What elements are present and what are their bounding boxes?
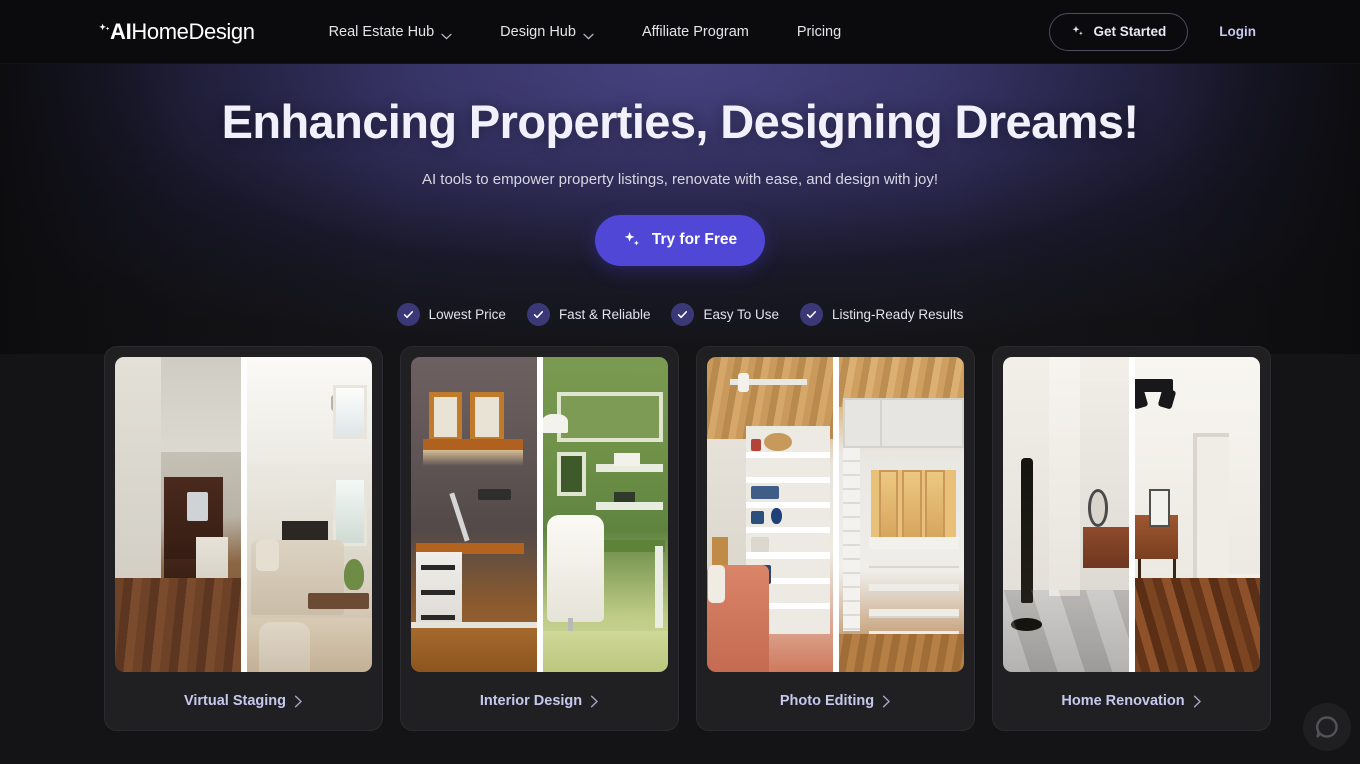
chevron-down-icon	[583, 28, 594, 40]
after-image	[1131, 357, 1260, 672]
get-started-button[interactable]: Get Started	[1049, 12, 1189, 51]
before-image	[115, 357, 244, 672]
check-icon	[526, 303, 550, 326]
before-image	[411, 357, 540, 672]
before-image	[707, 357, 836, 672]
hero-cta-container: Try for Free	[0, 214, 1360, 266]
sparkle-icon	[623, 231, 641, 249]
chevron-right-icon	[882, 695, 891, 708]
card-virtual-staging[interactable]: Virtual Staging	[104, 346, 383, 731]
before-after-image	[707, 357, 964, 672]
nav-item-affiliate-program[interactable]: Affiliate Program	[618, 0, 773, 64]
navbar: AI HomeDesign Real Estate Hub Design Hub…	[0, 0, 1360, 64]
feature-label: Listing-Ready Results	[832, 307, 964, 322]
nav-item-label: Design Hub	[500, 23, 576, 40]
hero-subtitle: AI tools to empower property listings, r…	[421, 170, 939, 188]
before-after-image	[1003, 357, 1260, 672]
after-image	[539, 357, 668, 672]
hero-content: Enhancing Properties, Designing Dreams! …	[0, 64, 1360, 266]
card-interior-design[interactable]: Interior Design	[400, 346, 679, 731]
card-photo-editing[interactable]: Photo Editing	[696, 346, 975, 731]
before-after-divider	[832, 357, 839, 672]
login-link[interactable]: Login	[1215, 18, 1260, 45]
feature-lowest-price: Lowest Price	[396, 303, 506, 326]
try-for-free-button[interactable]: Try for Free	[594, 214, 766, 266]
before-after-image	[411, 357, 668, 672]
page-title: Enhancing Properties, Designing Dreams!	[221, 95, 1139, 148]
feature-label: Lowest Price	[428, 307, 506, 322]
feature-easy-to-use: Easy To Use	[671, 303, 779, 326]
card-title: Virtual Staging	[183, 693, 287, 709]
before-after-divider	[536, 357, 543, 672]
card-label: Home Renovation	[1003, 672, 1260, 730]
logo[interactable]: AI HomeDesign	[98, 0, 255, 64]
before-after-divider	[1128, 357, 1135, 672]
feature-fast-reliable: Fast & Reliable	[526, 303, 651, 326]
chevron-right-icon	[590, 695, 599, 708]
nav-item-label: Pricing	[796, 23, 842, 40]
feature-label: Easy To Use	[703, 307, 780, 322]
sparkle-icon	[98, 23, 111, 41]
chevron-down-icon	[441, 28, 452, 40]
after-image	[835, 357, 964, 672]
card-label: Interior Design	[411, 672, 668, 730]
before-after-divider	[240, 357, 247, 672]
feature-cards: Virtual Staging Interior Design Photo Ed…	[104, 346, 1271, 731]
card-title: Home Renovation	[1061, 693, 1185, 709]
feature-label: Fast & Reliable	[558, 307, 651, 322]
feature-listing-ready-results: Listing-Ready Results	[800, 303, 963, 326]
after-image	[243, 357, 372, 672]
card-title: Photo Editing	[779, 693, 875, 709]
chat-widget-button[interactable]	[1303, 703, 1351, 751]
before-after-image	[115, 357, 372, 672]
check-icon	[800, 303, 824, 326]
chevron-right-icon	[1193, 695, 1202, 708]
card-home-renovation[interactable]: Home Renovation	[992, 346, 1271, 731]
before-image	[1003, 357, 1132, 672]
nav-links: Real Estate Hub Design Hub Affiliate Pro…	[305, 0, 866, 64]
check-icon	[396, 303, 420, 326]
feature-badges: Lowest Price Fast & Reliable Easy To Use…	[0, 303, 1360, 326]
sparkle-icon	[1071, 25, 1084, 38]
try-for-free-label: Try for Free	[651, 231, 738, 249]
nav-item-label: Affiliate Program	[641, 23, 749, 40]
card-label: Photo Editing	[707, 672, 964, 730]
chevron-right-icon	[294, 695, 303, 708]
landing-page: AI HomeDesign Real Estate Hub Design Hub…	[0, 0, 1360, 764]
nav-item-design-hub[interactable]: Design Hub	[476, 0, 618, 64]
logo-text-bold: AI	[110, 18, 132, 44]
card-title: Interior Design	[479, 693, 583, 709]
chat-bubble-icon	[1314, 714, 1340, 740]
nav-item-real-estate-hub[interactable]: Real Estate Hub	[305, 0, 477, 64]
nav-item-pricing[interactable]: Pricing	[773, 0, 865, 64]
nav-item-label: Real Estate Hub	[328, 23, 435, 40]
card-label: Virtual Staging	[115, 672, 372, 730]
logo-text-light: HomeDesign	[131, 18, 255, 44]
get-started-label: Get Started	[1093, 24, 1167, 39]
check-icon	[671, 303, 695, 326]
navbar-actions: Get Started Login	[1049, 12, 1260, 51]
